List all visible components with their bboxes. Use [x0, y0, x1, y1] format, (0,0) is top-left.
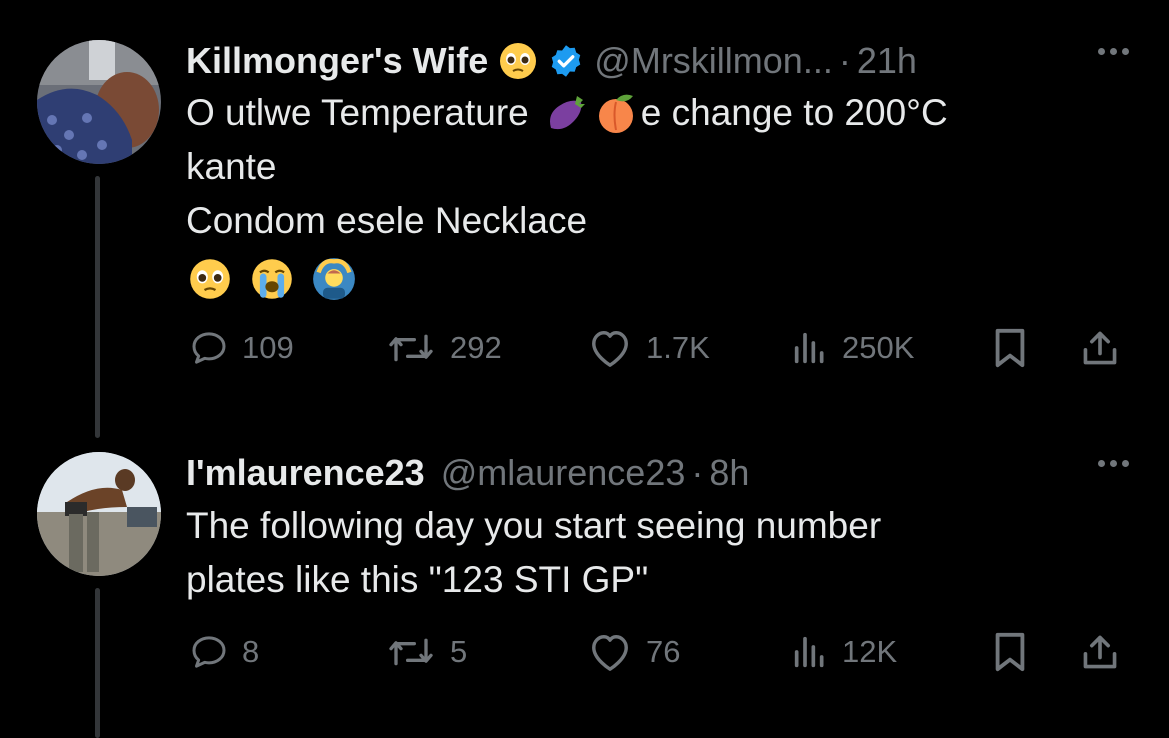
like-button[interactable]: 76	[586, 627, 680, 677]
repost-icon	[389, 638, 433, 666]
eggplant-emoji-icon	[543, 90, 589, 136]
tweet[interactable]: Killmonger's Wife @Mrskillmon... · 21h O…	[0, 0, 1169, 440]
heart-icon	[592, 331, 628, 367]
analytics-icon	[794, 636, 824, 668]
separator-dot: ·	[838, 40, 851, 81]
tweet-header: I'mlaurence23 @mlaurence23 · 8h	[186, 448, 1129, 498]
like-count: 1.7K	[646, 330, 710, 365]
share-icon	[1083, 331, 1117, 365]
bookmark-icon	[995, 328, 1025, 368]
reply-button[interactable]: 109	[188, 323, 294, 373]
tweet[interactable]: I'mlaurence23 @mlaurence23 · 8h The foll…	[0, 440, 1169, 738]
tweet-text-line: The following day you start seeing numbe…	[186, 505, 882, 546]
more-options-icon[interactable]	[1098, 48, 1129, 55]
more-options-icon[interactable]	[1098, 460, 1129, 467]
reply-count: 109	[242, 330, 294, 365]
loudly-crying-face-emoji-icon	[250, 257, 294, 301]
avatar[interactable]	[37, 40, 161, 164]
repost-icon	[389, 334, 433, 362]
display-name[interactable]: I'mlaurence23	[186, 452, 425, 494]
tweet-actions: 109 292 1.7K 250K	[186, 323, 1136, 373]
handle[interactable]: @Mrskillmon...	[594, 40, 833, 82]
thread-line	[95, 176, 100, 438]
display-name[interactable]: Killmonger's Wife	[186, 40, 488, 82]
repost-button[interactable]: 292	[384, 323, 502, 373]
heart-icon	[592, 635, 628, 671]
tweet-header: Killmonger's Wife @Mrskillmon... · 21h	[186, 36, 1129, 86]
reply-icon	[192, 636, 226, 668]
views-count: 12K	[842, 634, 898, 669]
reply-button[interactable]: 8	[188, 627, 259, 677]
tweet-text-line: e change to 200°C	[640, 92, 948, 133]
verified-badge-icon	[548, 43, 584, 79]
handle[interactable]: @mlaurence23	[441, 452, 686, 494]
like-button[interactable]: 1.7K	[586, 323, 710, 373]
reply-count: 8	[242, 634, 260, 669]
avatar[interactable]	[37, 452, 161, 576]
tweet-text-line: plates like this "123 STI GP"	[186, 559, 649, 600]
timestamp[interactable]: 21h	[857, 40, 917, 82]
bookmark-button[interactable]	[990, 627, 1030, 677]
share-button[interactable]	[1080, 627, 1120, 677]
timestamp[interactable]: 8h	[709, 452, 749, 494]
separator-dot: ·	[691, 452, 704, 493]
pleading-face-emoji-icon	[188, 257, 232, 301]
share-icon	[1083, 635, 1117, 669]
tweet-text: The following day you start seeing numbe…	[186, 499, 1109, 607]
views-button[interactable]: 250K	[790, 323, 914, 373]
reply-icon	[192, 332, 226, 364]
thread-line	[95, 588, 100, 738]
views-button[interactable]: 12K	[790, 627, 897, 677]
bookmark-icon	[995, 632, 1025, 672]
tweet-actions: 8 5 76 12K	[186, 627, 1136, 677]
tweet-text-line: kante	[186, 146, 277, 187]
analytics-icon	[794, 332, 824, 364]
tweet-text-line: Condom esele Necklace	[186, 200, 588, 241]
repost-count: 292	[450, 330, 502, 365]
repost-button[interactable]: 5	[384, 627, 467, 677]
repost-count: 5	[450, 634, 468, 669]
views-count: 250K	[842, 330, 915, 365]
tweet-text-line: O utlwe Temperature	[186, 92, 529, 133]
bookmark-button[interactable]	[990, 323, 1030, 373]
tweet-text: O utlwe Temperature e change to 200°C ka…	[186, 86, 1109, 306]
share-button[interactable]	[1080, 323, 1120, 373]
peach-emoji-icon	[593, 90, 639, 136]
person-gesturing-ok-emoji-icon	[312, 257, 356, 301]
pleading-face-emoji-icon	[498, 41, 538, 81]
like-count: 76	[646, 634, 681, 669]
